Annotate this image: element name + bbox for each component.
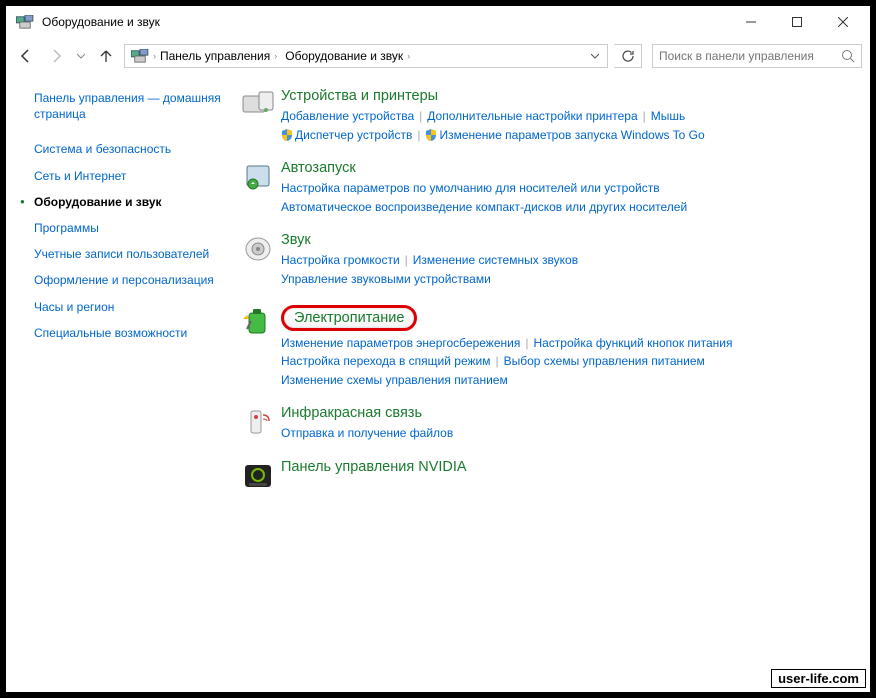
minimize-button[interactable] bbox=[728, 8, 774, 36]
task-link[interactable]: Настройка параметров по умолчанию для но… bbox=[281, 181, 660, 195]
category-title[interactable]: Электропитание bbox=[281, 305, 417, 331]
category-icon bbox=[237, 160, 279, 196]
category-title[interactable]: Устройства и принтеры bbox=[281, 88, 850, 104]
category-group: Устройства и принтеры Добавление устройст… bbox=[237, 88, 850, 144]
breadcrumb-root[interactable]: Панель управления › bbox=[156, 45, 281, 67]
sidebar-category[interactable]: Сеть и Интернет bbox=[34, 163, 221, 189]
category-icon bbox=[237, 405, 279, 441]
category-group: Панель управления NVIDIA bbox=[237, 459, 850, 495]
task-link[interactable]: Управление звуковыми устройствами bbox=[281, 272, 491, 286]
category-title[interactable]: Инфракрасная связь bbox=[281, 405, 850, 421]
window-title: Оборудование и звук bbox=[42, 15, 728, 29]
up-button[interactable] bbox=[94, 44, 118, 68]
task-link[interactable]: Настройка громкости bbox=[281, 253, 400, 267]
breadcrumb-current[interactable]: Оборудование и звук › bbox=[281, 45, 414, 67]
category-group: Электропитание Изменение параметров энерг… bbox=[237, 305, 850, 390]
control-panel-icon bbox=[131, 49, 149, 63]
back-button[interactable] bbox=[14, 44, 38, 68]
search-input[interactable] bbox=[659, 49, 835, 63]
search-icon bbox=[841, 49, 855, 63]
sidebar-category[interactable]: Часы и регион bbox=[34, 294, 221, 320]
main-content: Устройства и принтеры Добавление устройст… bbox=[231, 82, 870, 692]
category-icon bbox=[237, 232, 279, 268]
task-link[interactable]: Мышь bbox=[651, 109, 686, 123]
address-dropdown[interactable] bbox=[585, 52, 605, 60]
category-title[interactable]: Панель управления NVIDIA bbox=[281, 459, 850, 475]
task-link[interactable]: Изменение параметров запуска Windows To … bbox=[439, 128, 704, 142]
address-bar[interactable]: › Панель управления › Оборудование и зву… bbox=[124, 44, 608, 68]
task-link[interactable]: Изменение параметров энергосбережения bbox=[281, 336, 520, 350]
sidebar-category[interactable]: Оформление и персонализация bbox=[34, 267, 221, 293]
recent-dropdown[interactable] bbox=[74, 44, 88, 68]
task-link[interactable]: Настройка перехода в спящий режим bbox=[281, 354, 490, 368]
task-link[interactable]: Настройка функций кнопок питания bbox=[533, 336, 732, 350]
sidebar: Панель управления — домашняя страница Си… bbox=[6, 82, 231, 692]
sidebar-category[interactable]: Система и безопасность bbox=[34, 136, 221, 162]
sidebar-category[interactable]: Оборудование и звук bbox=[34, 189, 221, 215]
task-link[interactable]: Диспетчер устройств bbox=[295, 128, 412, 142]
watermark: user-life.com bbox=[771, 669, 866, 688]
close-button[interactable] bbox=[820, 8, 866, 36]
category-icon bbox=[237, 88, 279, 124]
search-box[interactable] bbox=[652, 44, 862, 68]
task-link[interactable]: Дополнительные настройки принтера bbox=[427, 109, 637, 123]
forward-button[interactable] bbox=[44, 44, 68, 68]
sidebar-category[interactable]: Специальные возможности bbox=[34, 320, 221, 346]
task-link[interactable]: Добавление устройства bbox=[281, 109, 414, 123]
maximize-button[interactable] bbox=[774, 8, 820, 36]
navbar: › Панель управления › Оборудование и зву… bbox=[6, 38, 870, 74]
task-link[interactable]: Отправка и получение файлов bbox=[281, 426, 453, 440]
category-group: ЗвукНастройка громкости|Изменение систем… bbox=[237, 232, 850, 288]
task-link[interactable]: Выбор схемы управления питанием bbox=[504, 354, 705, 368]
category-icon bbox=[237, 459, 279, 495]
shield-icon bbox=[281, 128, 295, 142]
category-title[interactable]: Звук bbox=[281, 232, 850, 248]
category-group: Инфракрасная связь Отправка и получение ф… bbox=[237, 405, 850, 443]
category-icon bbox=[237, 305, 279, 341]
task-link[interactable]: Изменение схемы управления питанием bbox=[281, 373, 508, 387]
control-panel-home-link[interactable]: Панель управления — домашняя страница bbox=[34, 90, 221, 122]
shield-icon bbox=[425, 128, 439, 142]
sidebar-category[interactable]: Программы bbox=[34, 215, 221, 241]
sidebar-category[interactable]: Учетные записи пользователей bbox=[34, 241, 221, 267]
refresh-button[interactable] bbox=[614, 44, 642, 68]
task-link[interactable]: Автоматическое воспроизведение компакт-д… bbox=[281, 200, 687, 214]
task-link[interactable]: Изменение системных звуков bbox=[413, 253, 578, 267]
category-group: Автозапуск Настройка параметров по умолча… bbox=[237, 160, 850, 216]
titlebar: Оборудование и звук bbox=[6, 6, 870, 38]
control-panel-icon bbox=[16, 15, 34, 29]
category-title[interactable]: Автозапуск bbox=[281, 160, 850, 176]
